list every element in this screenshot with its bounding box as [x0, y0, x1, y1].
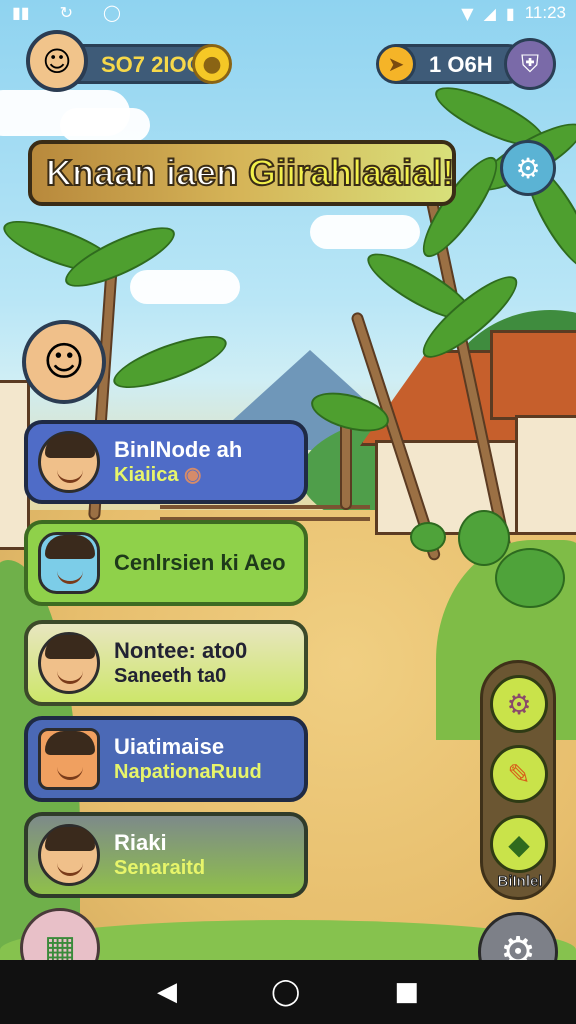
fence	[160, 505, 370, 521]
cloud	[60, 108, 150, 142]
cloud	[130, 270, 240, 304]
gear-tool-button[interactable]: ⚙	[490, 675, 548, 733]
gem-value: 1 O6H	[429, 52, 493, 77]
system-nav-bar: ◀ ◯ ■	[0, 960, 576, 1024]
coin-icon: ●	[192, 44, 232, 84]
status-time: 11:23	[524, 3, 566, 22]
banner-title-part1: Knaan iaen	[45, 151, 239, 194]
notification-icon: ▮▮	[12, 3, 30, 22]
menu-card[interactable]: Cenlrsien ki Aeo	[24, 520, 308, 606]
menu-card-title: Nontee: ato0	[114, 637, 248, 663]
menu-card[interactable]: Uiatimaise NapationaRuud	[24, 716, 308, 802]
data-icon: ◯	[103, 3, 121, 22]
recents-icon[interactable]: ■	[394, 977, 419, 1007]
girl-face-icon	[38, 632, 100, 694]
boy-face-icon	[38, 431, 100, 493]
shield-icon[interactable]: ⛨	[504, 38, 556, 90]
status-bar: ▮▮ ↻ ◯ ▼ ◢ ▮ 11:23	[0, 0, 576, 26]
home-icon[interactable]: ◯	[271, 977, 300, 1007]
back-icon[interactable]: ◀	[157, 977, 177, 1007]
boy-face-icon	[38, 824, 100, 886]
boost-icon: ➤	[376, 44, 416, 84]
wifi-icon: ▼	[461, 3, 474, 23]
cap-boy-icon	[38, 728, 100, 790]
menu-card-title: Uiatimaise	[114, 733, 225, 759]
banner-title-part2: Giirahlaaial!	[247, 151, 455, 194]
tools-panel: ⚙ ✎ ◆ BiInlel	[480, 660, 556, 900]
gear-icon: ⚙	[515, 151, 541, 185]
signal-icon: ◢	[483, 3, 496, 23]
profile-avatar[interactable]: ☺	[22, 320, 106, 404]
menu-card[interactable]: Nontee: ato0 Saneeth ta0	[24, 620, 308, 706]
menu-card-subtitle: Kiaiica ◉	[114, 464, 202, 487]
coin-value: SO7 2IOO	[101, 52, 204, 77]
bush	[495, 548, 565, 608]
map-tool-button[interactable]: ◆	[490, 815, 548, 873]
cloud	[310, 215, 420, 249]
tools-label: BiInlel	[497, 873, 543, 891]
snail-icon: ◉	[184, 464, 202, 487]
menu-card-subtitle: Senaraitd	[114, 857, 206, 880]
settings-button[interactable]: ⚙	[500, 140, 556, 196]
menu-card-title: BinlNode ah	[114, 436, 243, 462]
bush	[458, 510, 510, 566]
bush	[410, 522, 446, 552]
battery-icon: ▮	[505, 3, 515, 23]
game-screen: ▮▮ ↻ ◯ ▼ ◢ ▮ 11:23 SO7 2IOO ● ☺ 1 O6H ➤ …	[0, 0, 576, 1024]
sync-icon: ↻	[59, 3, 74, 22]
title-banner: Knaan iaen Giirahlaaial!	[28, 140, 456, 206]
menu-card-subtitle: Saneeth ta0	[114, 665, 227, 688]
menu-card[interactable]: Riaki Senaraitd	[24, 812, 308, 898]
menu-card-title: Riaki	[114, 829, 167, 855]
blue-creature-icon	[38, 532, 100, 594]
house-roof	[490, 330, 576, 420]
menu-card-title: Cenlrsien ki Aeo	[114, 550, 286, 576]
player-avatar[interactable]: ☺	[26, 30, 88, 92]
menu-card-subtitle: NapationaRuud	[114, 761, 262, 784]
pencil-tool-button[interactable]: ✎	[490, 745, 548, 803]
menu-card[interactable]: BinlNode ah Kiaiica ◉	[24, 420, 308, 504]
house	[515, 415, 576, 535]
